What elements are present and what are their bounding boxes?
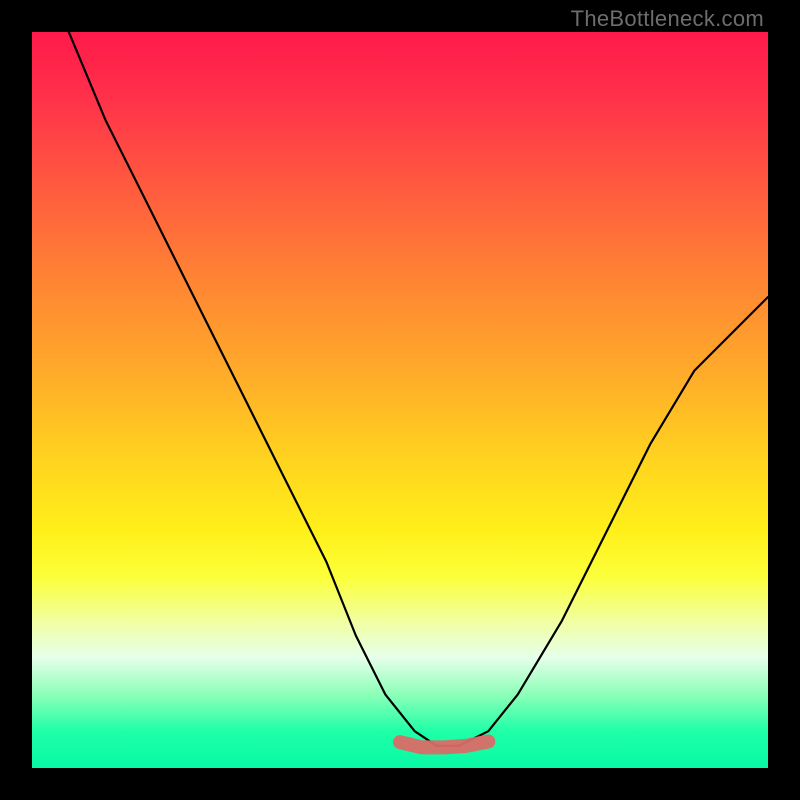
plot-area (32, 32, 768, 768)
highlight-band (400, 742, 488, 748)
chart-frame: TheBottleneck.com (0, 0, 800, 800)
chart-svg (32, 32, 768, 768)
watermark-text: TheBottleneck.com (571, 6, 764, 32)
curve-line (69, 32, 768, 746)
